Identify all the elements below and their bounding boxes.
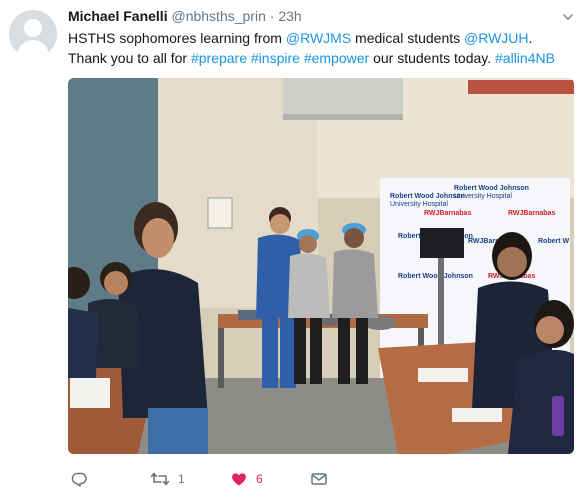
- classroom-scene: Robert Wood Johnson University Hospital …: [68, 78, 574, 454]
- hashtag-link[interactable]: #inspire: [251, 50, 300, 66]
- svg-text:Robert Wood Johnson: Robert Wood Johnson: [398, 273, 473, 280]
- tweet-header: Michael Fanelli @nbhsths_prin · 23h: [68, 8, 302, 24]
- svg-text:RWJBarnabas: RWJBarnabas: [508, 210, 555, 217]
- author-handle[interactable]: @nbhsths_prin: [171, 8, 265, 24]
- like-count: 6: [256, 472, 263, 486]
- like-button[interactable]: 6: [230, 468, 263, 490]
- retweet-button[interactable]: 1: [150, 468, 185, 490]
- avatar[interactable]: [9, 10, 57, 58]
- svg-text:RWJBarnabas: RWJBarnabas: [424, 210, 471, 217]
- default-avatar-body: [17, 40, 49, 58]
- text-part: medical students: [351, 30, 465, 46]
- reply-icon: [70, 470, 88, 488]
- reply-button[interactable]: [70, 468, 96, 490]
- mention-link[interactable]: @RWJMS: [286, 30, 351, 46]
- text-part: HSTHS sophomores learning from: [68, 30, 286, 46]
- separator-dot: ·: [269, 8, 275, 24]
- text-part: our students today.: [369, 50, 496, 66]
- timestamp[interactable]: 23h: [278, 8, 301, 24]
- author-name[interactable]: Michael Fanelli: [68, 8, 168, 24]
- retweet-count: 1: [178, 472, 185, 486]
- envelope-icon: [310, 470, 328, 488]
- tweet-text: HSTHS sophomores learning from @RWJMS me…: [68, 28, 568, 68]
- default-avatar-head: [24, 19, 42, 37]
- mention-link[interactable]: @RWJUH: [464, 30, 529, 46]
- tweet-card[interactable]: Michael Fanelli @nbhsths_prin · 23h HSTH…: [0, 0, 583, 497]
- hashtag-link[interactable]: #empower: [304, 50, 369, 66]
- direct-message-button[interactable]: [310, 468, 336, 490]
- svg-text:University Hospital: University Hospital: [390, 201, 448, 208]
- tweet-photo[interactable]: Robert Wood Johnson University Hospital …: [68, 78, 574, 454]
- svg-text:Robert W: Robert W: [538, 238, 570, 245]
- hashtag-link[interactable]: #allin4NB: [495, 50, 555, 66]
- chevron-down-icon[interactable]: [562, 10, 574, 22]
- svg-text:University Hospital: University Hospital: [454, 193, 512, 200]
- svg-text:Robert Wood Johnson: Robert Wood Johnson: [454, 185, 529, 192]
- hashtag-link[interactable]: #prepare: [191, 50, 247, 66]
- retweet-icon: [150, 470, 170, 488]
- heart-icon: [230, 470, 248, 488]
- tweet-actions: 1 6: [68, 468, 568, 490]
